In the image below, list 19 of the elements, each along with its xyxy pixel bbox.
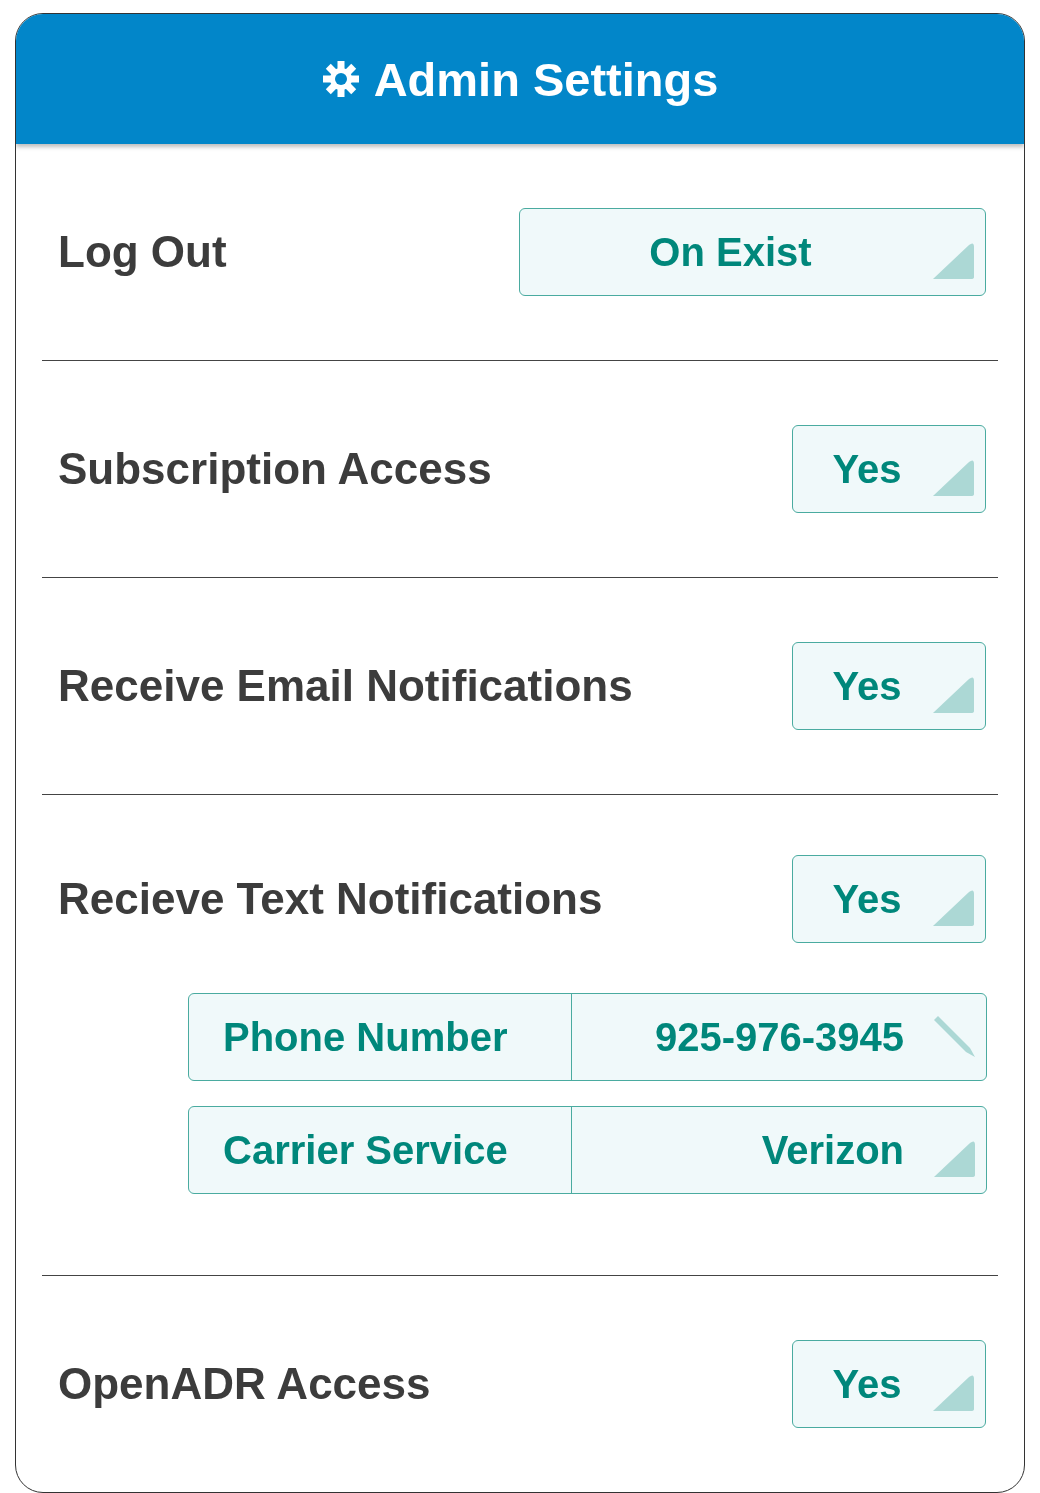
setting-label: OpenADR Access bbox=[58, 1359, 431, 1409]
setting-label: Receive Email Notifications bbox=[58, 661, 633, 711]
dropdown[interactable]: Yes bbox=[792, 1340, 986, 1428]
setting-label: Recieve Text Notifications bbox=[58, 874, 603, 924]
field-label: Carrier Service bbox=[189, 1107, 572, 1193]
dropdown[interactable]: Carrier Service Verizon bbox=[188, 1106, 987, 1194]
pencil-icon bbox=[932, 1014, 976, 1058]
setting-label: Subscription Access bbox=[58, 444, 492, 494]
field-value: Verizon bbox=[761, 1127, 904, 1173]
input-field[interactable]: Phone Number 925-976-3945 bbox=[188, 993, 987, 1081]
field-label: Phone Number bbox=[189, 994, 572, 1080]
dropdown[interactable]: Yes bbox=[792, 642, 986, 730]
setting-label: Log Out bbox=[58, 227, 227, 277]
dropdown[interactable]: Yes bbox=[792, 855, 986, 943]
settings-icon bbox=[321, 60, 360, 98]
dropdown[interactable]: Yes bbox=[792, 425, 986, 513]
dropdown[interactable]: On Exist bbox=[519, 208, 986, 296]
header-title: Admin Settings bbox=[373, 51, 719, 107]
field-value: 925-976-3945 bbox=[654, 1014, 904, 1060]
